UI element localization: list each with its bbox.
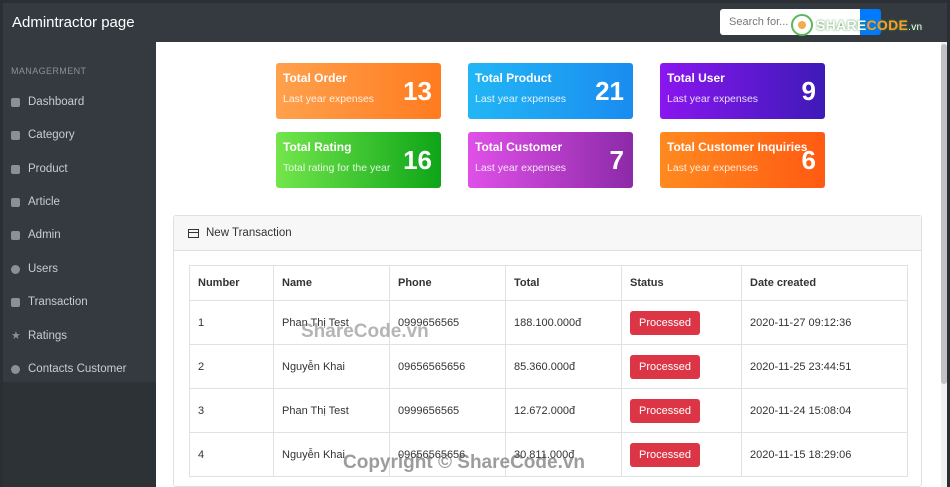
col-name: Name (273, 265, 390, 301)
new-transaction-panel: New Transaction Number Name Phone Total … (173, 215, 922, 487)
box-icon (11, 164, 20, 174)
app-window: Admintractor page Search for... SHARECOD… (3, 3, 947, 487)
scrollbar-thumb[interactable] (941, 44, 947, 384)
sidebar-item-admin[interactable]: Admin (11, 225, 61, 245)
card-value: 7 (609, 145, 624, 175)
sidebar-item-transaction[interactable]: Transaction (11, 292, 88, 312)
col-number: Number (189, 265, 274, 301)
vertical-scrollbar[interactable] (941, 42, 947, 487)
list-icon (11, 130, 20, 140)
sidebar-item-category[interactable]: Category (11, 125, 75, 145)
dashboard-icon (11, 97, 20, 107)
panel-header: New Transaction (174, 216, 921, 251)
card-value: 9 (801, 76, 816, 106)
sidebar: MANAGERMENT Dashboard Category Product A… (3, 42, 156, 487)
col-status: Status (621, 265, 742, 301)
col-date-created: Date created (741, 265, 908, 301)
sidebar-item-users[interactable]: Users (11, 259, 58, 279)
card-total-rating[interactable]: Total Rating Total rating for the year 1… (276, 132, 441, 188)
status-badge[interactable]: Processed (630, 442, 700, 467)
brand-title[interactable]: Admintractor page (12, 14, 135, 31)
table-icon (188, 228, 199, 238)
card-total-product[interactable]: Total Product Last year expenses 21 (468, 63, 633, 119)
question-icon (11, 364, 20, 374)
id-card-icon (11, 230, 20, 240)
logo-icon (791, 14, 813, 36)
sidebar-item-contacts-customer[interactable]: Contacts Customer (11, 359, 126, 379)
newspaper-icon (11, 197, 20, 207)
sidebar-item-article[interactable]: Article (11, 192, 60, 212)
card-total-customer[interactable]: Total Customer Last year expenses 7 (468, 132, 633, 188)
table-row: 4 Nguyễn Khai 09656565656 30.811.000đ Pr… (189, 432, 908, 477)
sidebar-item-dashboard[interactable]: Dashboard (11, 92, 84, 112)
card-total-user[interactable]: Total User Last year expenses 9 (660, 63, 825, 119)
transactions-table: Number Name Phone Total Status Date crea… (189, 265, 908, 477)
table-row: 2 Nguyễn Khai 09656565656 85.360.000đ Pr… (189, 344, 908, 389)
sharecode-logo: SHARECODE.vn (791, 13, 922, 37)
card-value: 6 (801, 145, 816, 175)
top-navbar: Admintractor page Search for... SHARECOD… (3, 3, 947, 42)
user-icon (11, 264, 20, 274)
card-total-customer-inquiries[interactable]: Total Customer Inquiries Last year expen… (660, 132, 825, 188)
card-value: 21 (595, 76, 624, 106)
card-value: 13 (403, 76, 432, 106)
col-phone: Phone (389, 265, 506, 301)
table-row: 1 Phan Thị Test 0999656565 188.100.000đ … (189, 300, 908, 345)
sidebar-item-ratings[interactable]: ★ Ratings (11, 326, 67, 346)
panel-title: New Transaction (206, 227, 292, 239)
status-badge[interactable]: Processed (630, 354, 700, 379)
status-badge[interactable]: Processed (630, 398, 700, 423)
trash-icon (11, 297, 20, 307)
table-row: 3 Phan Thị Test 0999656565 12.672.000đ P… (189, 388, 908, 433)
card-value: 16 (403, 145, 432, 175)
card-total-order[interactable]: Total Order Last year expenses 13 (276, 63, 441, 119)
status-badge[interactable]: Processed (630, 310, 700, 335)
col-total: Total (505, 265, 622, 301)
star-icon: ★ (11, 329, 21, 342)
sidebar-heading: MANAGERMENT (11, 66, 87, 76)
table-header-row: Number Name Phone Total Status Date crea… (189, 265, 908, 301)
sidebar-item-product[interactable]: Product (11, 159, 68, 179)
